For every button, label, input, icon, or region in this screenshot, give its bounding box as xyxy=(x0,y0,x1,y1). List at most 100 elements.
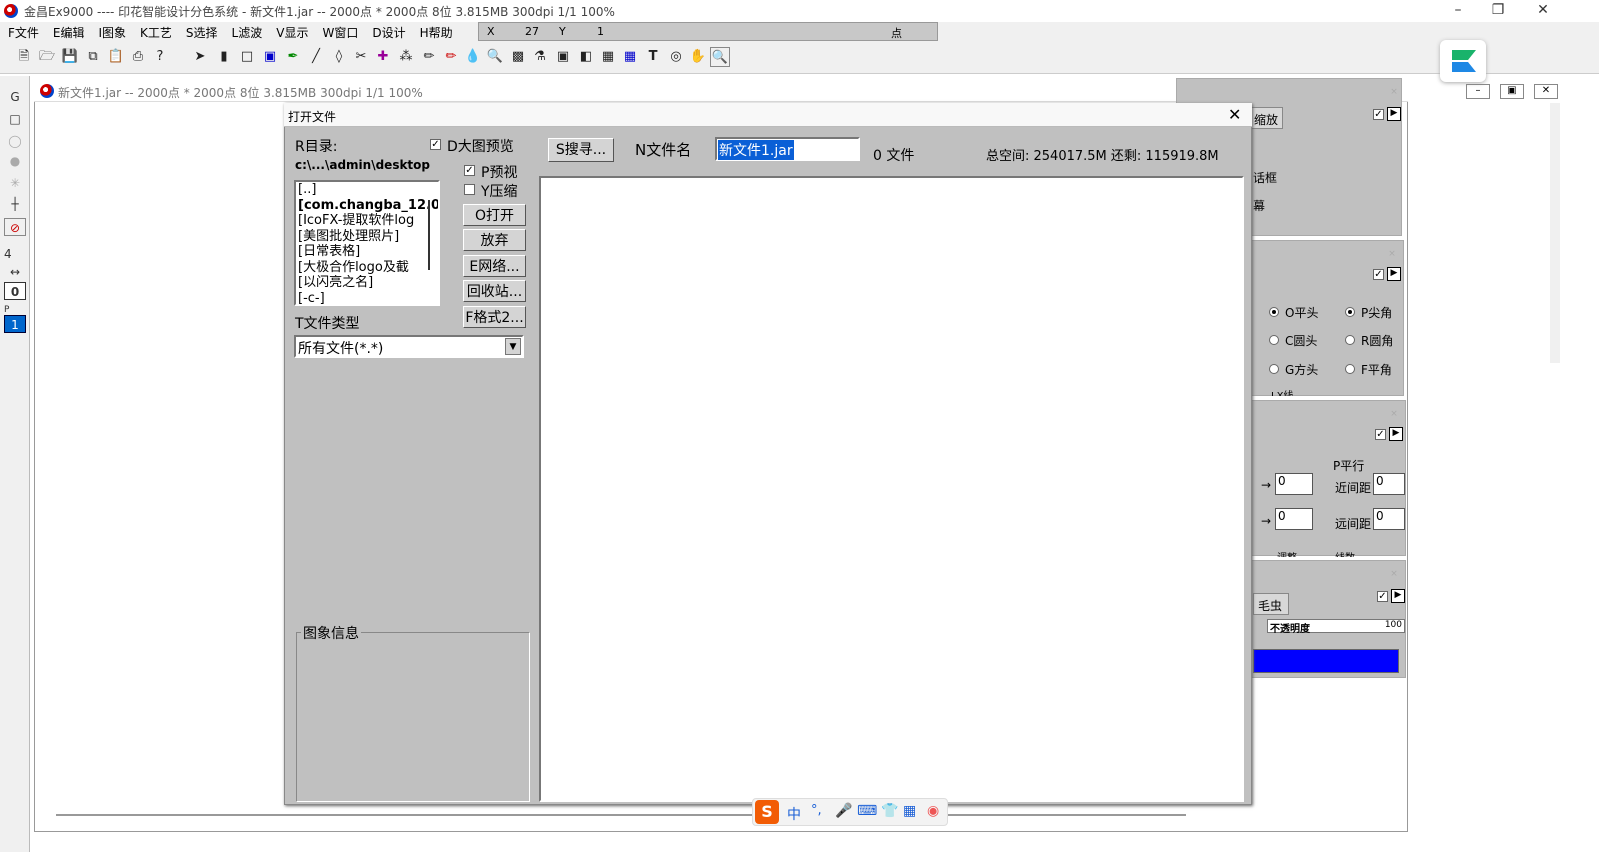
dialog-close-button[interactable]: ✕ xyxy=(1228,105,1241,124)
apps-grid-icon[interactable]: ▦ xyxy=(903,803,916,819)
stamp-icon[interactable]: ⚗ xyxy=(530,47,550,67)
value-box-1[interactable]: 1 xyxy=(4,315,26,333)
open-folder-icon[interactable]: 🗁 xyxy=(37,47,57,67)
magic-wand-icon[interactable]: ✳ xyxy=(4,174,26,192)
crosshair-icon[interactable]: ┼ xyxy=(4,195,26,213)
panel1-checkbox[interactable]: ✓ xyxy=(1373,109,1384,120)
save-icon[interactable]: 💾 xyxy=(60,47,80,67)
skin-icon[interactable]: 👕 xyxy=(881,803,898,819)
format2-button[interactable]: F格式2... xyxy=(463,306,526,328)
text-icon[interactable]: T xyxy=(643,47,663,67)
panel-close-icon[interactable]: × xyxy=(1387,407,1401,421)
preview-checkbox[interactable]: ✓ xyxy=(464,165,475,176)
keyboard-icon[interactable]: ⌨ xyxy=(857,803,877,819)
hand-icon[interactable]: ✋ xyxy=(688,47,708,67)
panel4-expand-icon[interactable]: ▶ xyxy=(1391,589,1405,603)
line-icon[interactable]: ╱ xyxy=(306,47,326,67)
big-preview-checkbox[interactable]: ✓ xyxy=(430,139,441,150)
cancel-button[interactable]: 放弃 xyxy=(463,229,526,251)
radio-flat-head[interactable] xyxy=(1269,307,1279,317)
filename-input[interactable]: 新文件1.jar xyxy=(715,137,860,161)
list-item[interactable]: [-c-] xyxy=(296,291,438,305)
search-button[interactable]: S搜寻... xyxy=(548,138,614,162)
pointer-icon[interactable]: ➤ xyxy=(190,47,210,67)
menu-edit[interactable]: E编辑 xyxy=(53,24,85,41)
zoom-icon[interactable]: 🔍 xyxy=(710,47,730,67)
panel1-item-dialog[interactable]: 话框 xyxy=(1253,169,1277,186)
radio-flat-corner[interactable] xyxy=(1345,364,1355,374)
restore-button[interactable]: ❐ xyxy=(1475,0,1521,22)
radio-round-corner[interactable] xyxy=(1345,335,1355,345)
sogou-logo-icon[interactable]: S xyxy=(755,800,779,824)
panel3-checkbox[interactable]: ✓ xyxy=(1375,429,1386,440)
menu-craft[interactable]: K工艺 xyxy=(140,24,172,41)
menu-select[interactable]: S选择 xyxy=(186,24,218,41)
list-item[interactable]: [大极合作logo及截 xyxy=(296,260,438,276)
no-select-icon[interactable]: ⊘ xyxy=(4,218,26,236)
menu-window[interactable]: W窗口 xyxy=(322,24,358,41)
paste-icon[interactable]: 📋 xyxy=(106,47,126,67)
directory-list[interactable]: [..] [com.changba_12.0 [IcoFX-提取软件log [美… xyxy=(294,180,440,306)
spiral-icon[interactable]: ◎ xyxy=(666,47,686,67)
doc-close-button[interactable]: ✕ xyxy=(1534,84,1558,99)
grid-icon[interactable]: ▦ xyxy=(620,47,640,67)
list-scrollbar[interactable] xyxy=(428,200,430,270)
menu-design[interactable]: D设计 xyxy=(372,24,405,41)
fill-icon[interactable]: ◊ xyxy=(329,47,349,67)
mascot-icon[interactable]: ◉ xyxy=(927,803,939,819)
window-icon[interactable]: ◧ xyxy=(576,47,596,67)
menu-view[interactable]: V显示 xyxy=(276,24,308,41)
radio-square-head[interactable] xyxy=(1269,364,1279,374)
spray-icon[interactable]: ⁂ xyxy=(396,47,416,67)
menu-filter[interactable]: L滤波 xyxy=(232,24,263,41)
copy-icon[interactable]: ⧉ xyxy=(83,47,103,67)
panel1-item-screen[interactable]: 幕 xyxy=(1253,197,1265,214)
color-swatch[interactable] xyxy=(1253,649,1399,673)
lasso-icon[interactable]: ◯ xyxy=(4,132,26,150)
list-item[interactable]: [com.changba_12.0 xyxy=(296,198,438,214)
menu-image[interactable]: I图象 xyxy=(99,24,127,41)
open-button[interactable]: O打开 xyxy=(463,204,526,226)
ime-chinese-mode[interactable]: 中 xyxy=(787,804,801,824)
panel-close-icon[interactable]: × xyxy=(1385,247,1399,261)
dropper-icon[interactable]: 💧 xyxy=(463,47,483,67)
blob-icon[interactable]: ● xyxy=(4,152,26,170)
microphone-icon[interactable]: 🎤 xyxy=(835,803,852,819)
network-button[interactable]: E网络... xyxy=(463,255,526,277)
line-count-button[interactable]: 线数 xyxy=(1335,549,1355,557)
panel2-checkbox[interactable]: ✓ xyxy=(1373,269,1384,280)
menu-file[interactable]: F文件 xyxy=(8,24,39,41)
offset-input-1[interactable]: 0 xyxy=(1275,473,1313,495)
gradient-icon[interactable]: ▩ xyxy=(508,47,528,67)
panel3-expand-icon[interactable]: ▶ xyxy=(1389,427,1403,441)
rectangle-icon[interactable]: □ xyxy=(237,47,257,67)
eraser-icon[interactable]: ▮ xyxy=(214,47,234,67)
new-file-icon[interactable]: 🗎 xyxy=(14,47,34,67)
arrows-icon[interactable]: ↔ xyxy=(4,263,26,281)
file-type-select[interactable]: 所有文件(*.*) ▼ xyxy=(294,335,524,358)
doc-restore-button[interactable]: ▣ xyxy=(1500,84,1524,99)
select-rect-icon[interactable]: □ xyxy=(4,110,26,128)
list-item[interactable]: [..] xyxy=(296,182,438,198)
tab-caterpillar[interactable]: 毛虫 xyxy=(1253,593,1289,615)
cut-icon[interactable]: ✂ xyxy=(351,47,371,67)
list-item[interactable]: [日常表格] xyxy=(296,244,438,260)
list-item[interactable]: [以闪亮之名] xyxy=(296,275,438,291)
offset-input-2[interactable]: 0 xyxy=(1275,508,1313,530)
panel2-expand-icon[interactable]: ▶ xyxy=(1387,267,1401,281)
list-item[interactable]: [美图批处理照片] xyxy=(296,229,438,245)
tool-g[interactable]: G xyxy=(4,88,26,106)
radio-sharp-corner[interactable] xyxy=(1345,307,1355,317)
help-icon[interactable]: ? xyxy=(150,47,170,67)
frame-icon[interactable]: ▣ xyxy=(553,47,573,67)
panel1-expand-icon[interactable]: ▶ xyxy=(1387,107,1401,121)
print-icon[interactable]: ⎙ xyxy=(128,47,148,67)
node-icon[interactable]: ✚ xyxy=(373,47,393,67)
horizontal-scrollbar[interactable] xyxy=(56,814,1186,816)
compress-checkbox[interactable] xyxy=(464,184,475,195)
pattern-icon[interactable]: ▦ xyxy=(598,47,618,67)
close-button[interactable]: ✕ xyxy=(1520,0,1566,22)
panel-close-icon[interactable]: × xyxy=(1387,567,1401,581)
panel-close-icon[interactable]: × xyxy=(1387,85,1401,99)
near-spacing-input[interactable]: 0 xyxy=(1373,473,1405,495)
